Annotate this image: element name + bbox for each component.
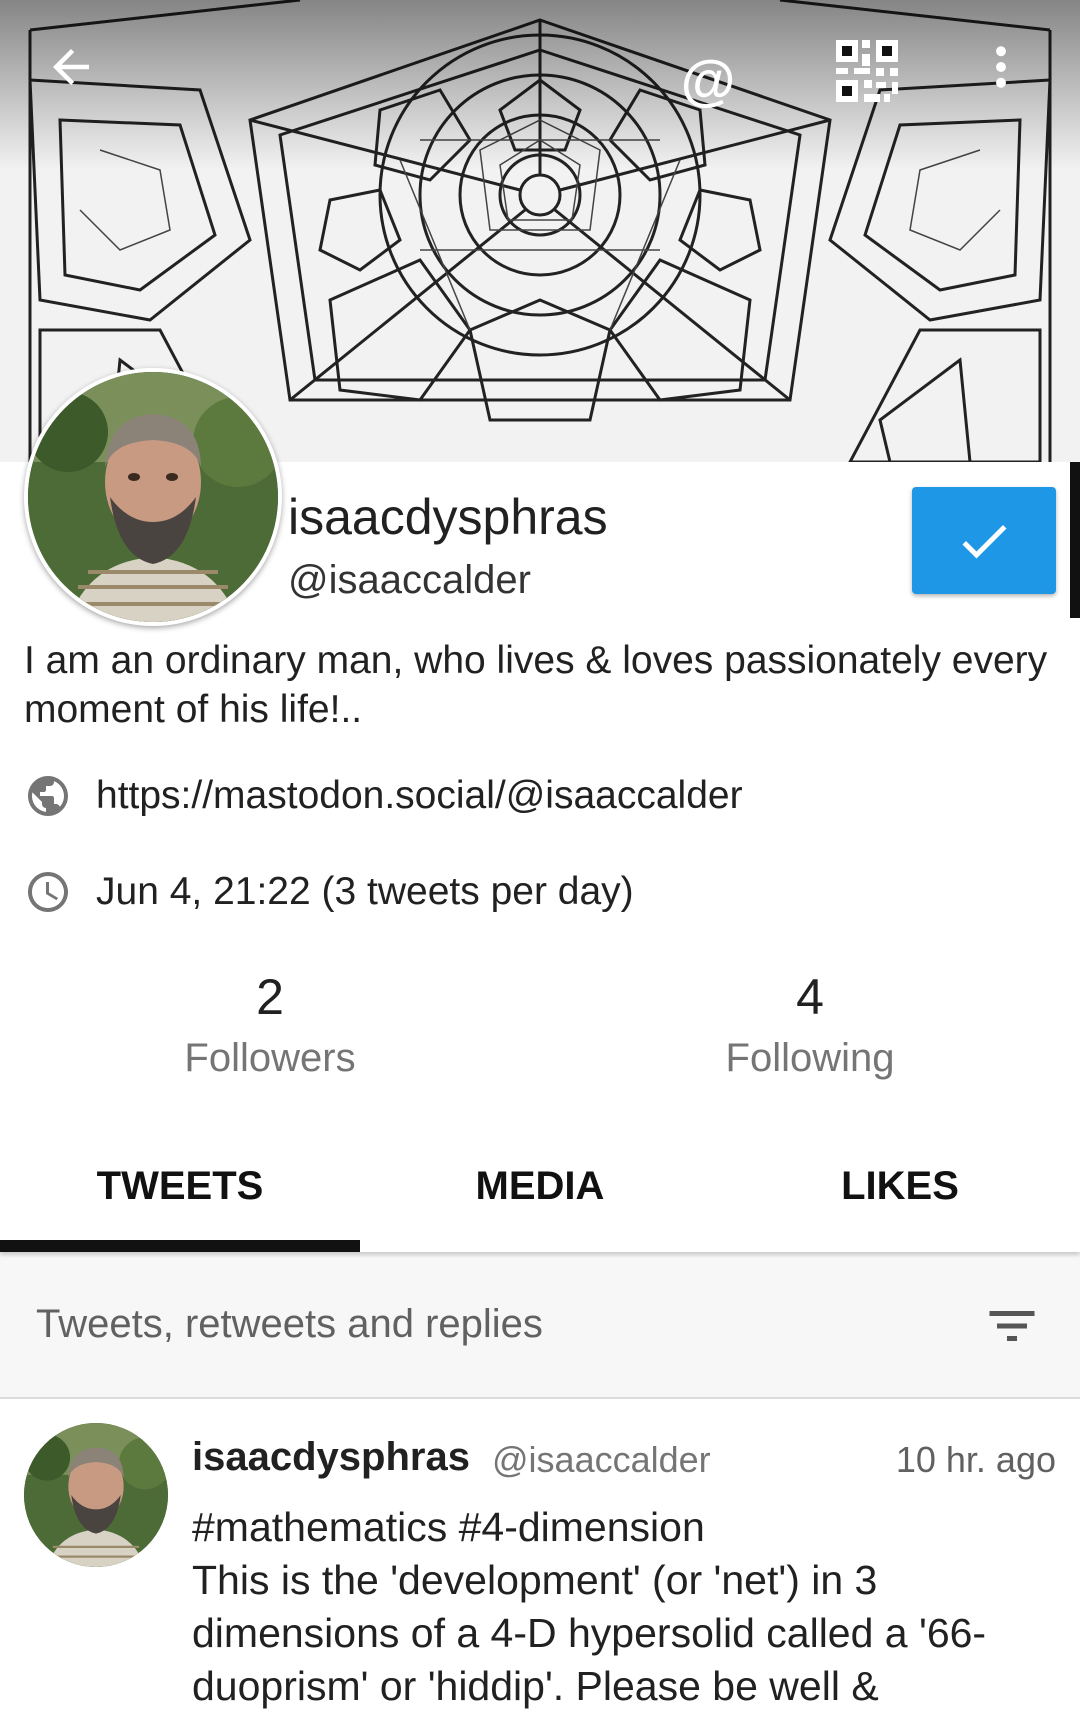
tab-tweets[interactable]: TWEETS — [0, 1120, 360, 1252]
back-button[interactable] — [44, 40, 124, 120]
profile-joined-row: Jun 4, 21:22 (3 tweets per day) — [24, 868, 634, 916]
followers-count: 2 — [256, 969, 284, 1025]
more-vert-icon — [996, 46, 1006, 88]
following-stat[interactable]: 4 Following — [660, 968, 960, 1081]
profile-joined-text: Jun 4, 21:22 (3 tweets per day) — [96, 870, 634, 913]
banner-shade — [0, 0, 1080, 170]
following-status-button[interactable] — [912, 487, 1056, 594]
tab-likes[interactable]: LIKES — [720, 1120, 1080, 1252]
tab-media[interactable]: MEDIA — [360, 1120, 720, 1252]
active-tab-indicator — [0, 1240, 360, 1252]
tweet-text: #mathematics #4-dimension This is the 'd… — [192, 1504, 987, 1709]
qr-code-button[interactable] — [836, 40, 916, 120]
filter-list-icon — [989, 1311, 1035, 1341]
profile-avatar[interactable] — [24, 368, 282, 626]
profile-link[interactable]: https://mastodon.social/@isaaccalder — [96, 774, 743, 818]
profile-handle: @isaaccalder — [288, 558, 531, 602]
following-count: 4 — [796, 969, 824, 1025]
tweet-item[interactable]: isaacdysphras @isaaccalder 10 hr. ago #m… — [0, 1399, 1080, 1709]
clock-icon — [24, 868, 72, 916]
following-label: Following — [725, 1036, 895, 1080]
tweet-author-name[interactable]: isaacdysphras — [192, 1435, 470, 1480]
timeline-filter-label: Tweets, retweets and replies — [36, 1302, 543, 1346]
tweet-author-handle: @isaaccalder — [492, 1439, 711, 1480]
tweet-avatar-photo — [24, 1423, 168, 1567]
profile-bio: I am an ordinary man, who lives & loves … — [24, 639, 1048, 731]
arrow-left-icon — [53, 49, 89, 85]
more-options-button[interactable] — [974, 40, 1054, 120]
followers-stat[interactable]: 2 Followers — [120, 968, 420, 1081]
profile-display-name: isaacdysphras — [288, 489, 608, 545]
scrollbar[interactable] — [1070, 462, 1080, 618]
profile-link-row[interactable]: https://mastodon.social/@isaaccalder — [24, 772, 743, 820]
at-icon: @ — [680, 48, 736, 111]
tweet-timestamp: 10 hr. ago — [895, 1439, 1056, 1480]
qr-code-icon — [836, 40, 898, 102]
profile-tabs: TWEETS MEDIA LIKES — [0, 1120, 1080, 1252]
timeline-filter-bar[interactable]: Tweets, retweets and replies — [0, 1252, 1080, 1399]
filter-button[interactable] — [978, 1296, 1046, 1356]
check-icon — [962, 524, 1007, 558]
tweet-avatar[interactable] — [24, 1423, 168, 1567]
mention-button[interactable]: @ — [668, 40, 748, 120]
globe-icon — [24, 772, 72, 820]
avatar-photo — [28, 372, 278, 622]
followers-label: Followers — [184, 1036, 356, 1080]
